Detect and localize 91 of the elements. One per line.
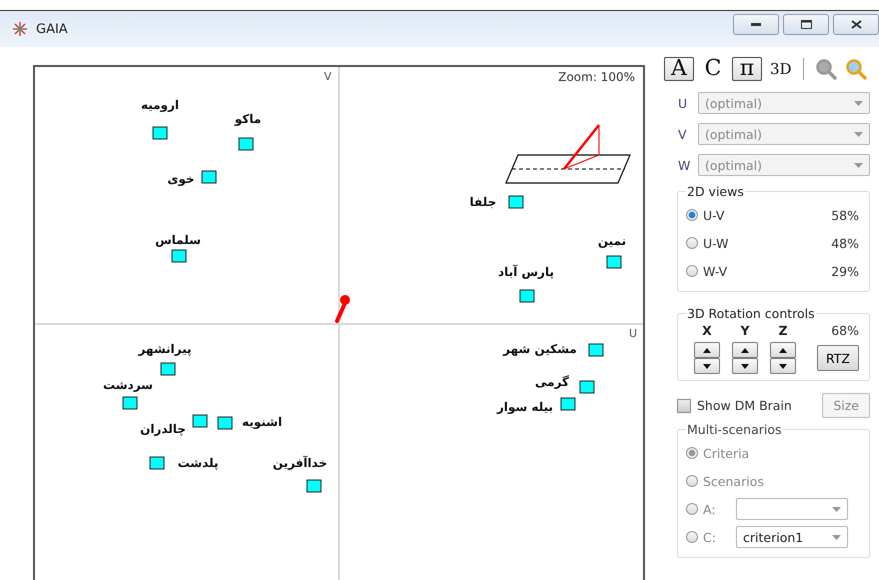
percent-value: 58%	[831, 208, 859, 222]
view-toggle[interactable]: 3D	[766, 57, 796, 81]
view-toggle[interactable]: A	[664, 57, 694, 81]
alternative-marker[interactable]	[560, 398, 576, 410]
view-toggle[interactable]: C	[698, 57, 728, 81]
alternative-label: بیله سوار	[496, 400, 554, 414]
alternative-label: جلفا	[470, 195, 496, 209]
caret-icon	[854, 100, 863, 106]
rotate-down-button[interactable]	[770, 358, 796, 374]
alternative-label: مشکین شهر	[503, 342, 577, 356]
alternative-marker[interactable]	[508, 196, 524, 208]
view-toggle[interactable]: π	[732, 57, 762, 81]
axis-selector-label: U	[678, 96, 688, 110]
axis-label: U	[629, 327, 638, 340]
minimize-icon	[751, 22, 761, 26]
caret-icon	[854, 162, 863, 168]
group-title: 2D views	[686, 184, 745, 199]
axis-name: Z	[777, 323, 789, 338]
alternative-marker[interactable]	[122, 396, 138, 410]
up-arrow-icon	[703, 348, 711, 352]
option-label: Scenarios	[703, 474, 764, 488]
alternative-label: سلماس	[155, 233, 201, 247]
alternative-label: پارس آباد	[498, 265, 554, 279]
close-icon	[850, 20, 862, 29]
rotate-up-button[interactable]	[694, 342, 720, 358]
rotate-down-button[interactable]	[732, 358, 758, 374]
alternative-label: چالدران	[140, 422, 186, 436]
rotate-down-button[interactable]	[694, 358, 720, 374]
radio-button[interactable]	[686, 209, 698, 221]
radio-button[interactable]	[686, 265, 698, 277]
alternative-label: گرمی	[535, 375, 569, 389]
alternative-marker[interactable]	[150, 456, 164, 470]
alternative-label: ماکو	[234, 112, 262, 126]
up-arrow-icon	[779, 348, 787, 352]
alternative-marker[interactable]	[152, 126, 168, 140]
rotate-up-button[interactable]	[732, 342, 758, 358]
axis-label: V	[324, 70, 332, 83]
option-label: C:	[703, 530, 717, 544]
checkbox-label: Show DM Brain	[697, 398, 792, 413]
option-label: U-V	[703, 208, 724, 222]
alternative-label: سردشت	[103, 378, 153, 392]
alternative-label: خوی	[167, 172, 195, 186]
caret-icon	[854, 132, 863, 136]
percent-value: 68%	[831, 323, 859, 338]
alternative-label: خداآفرین	[272, 456, 328, 470]
up-arrow-icon	[741, 348, 749, 352]
percent-value: 48%	[831, 236, 859, 250]
alternative-label: اشنویه	[242, 415, 282, 429]
group-title: Multi-scenarios	[686, 422, 782, 437]
axis-selector-label: V	[678, 126, 688, 142]
down-arrow-icon	[741, 364, 749, 368]
alternative-label: پلدشت	[178, 456, 218, 470]
alternative-label: نمین	[598, 234, 626, 248]
zoom-label: Zoom: 100%	[558, 70, 635, 84]
axis-name: X	[701, 323, 713, 338]
caret-icon	[832, 506, 841, 512]
axis-selector-label: W	[678, 158, 692, 172]
alternative-marker[interactable]	[202, 170, 216, 184]
alternative-marker[interactable]	[238, 138, 254, 150]
minimize-button[interactable]	[733, 14, 779, 35]
alternative-marker[interactable]	[588, 344, 604, 356]
down-arrow-icon	[779, 364, 787, 368]
caret-icon	[832, 534, 841, 540]
option-label: Criteria	[703, 446, 750, 460]
decision-vector-drawing	[334, 293, 350, 323]
option-label: A:	[703, 502, 717, 516]
option-label: W-V	[703, 264, 728, 278]
rotate-up-button[interactable]	[770, 342, 796, 358]
maximize-button[interactable]	[783, 14, 829, 35]
checkbox[interactable]	[677, 398, 691, 412]
percent-value: 29%	[831, 264, 859, 278]
alternative-marker[interactable]	[192, 414, 208, 428]
down-arrow-icon	[703, 364, 711, 368]
alternative-marker[interactable]	[160, 362, 176, 376]
alternative-marker[interactable]	[580, 380, 594, 394]
option-label: U-W	[703, 236, 729, 250]
alternative-marker[interactable]	[218, 416, 232, 430]
alternative-label: پیرانشهر	[138, 342, 192, 356]
alternative-marker[interactable]	[520, 290, 534, 302]
alternative-marker[interactable]	[606, 256, 622, 268]
reset-rotation-button[interactable]: RTZ	[817, 345, 859, 371]
alternative-marker[interactable]	[172, 250, 186, 262]
app-icon	[12, 21, 28, 37]
group-title: 3D Rotation controls	[686, 306, 816, 321]
alternative-label: ارومیه	[140, 98, 180, 112]
axis-name: Y	[739, 323, 751, 338]
radio-button[interactable]	[686, 237, 698, 249]
maximize-icon	[800, 20, 812, 29]
window-title: GAIA	[36, 22, 68, 36]
alternative-marker[interactable]	[306, 480, 322, 492]
close-button[interactable]	[833, 14, 879, 35]
